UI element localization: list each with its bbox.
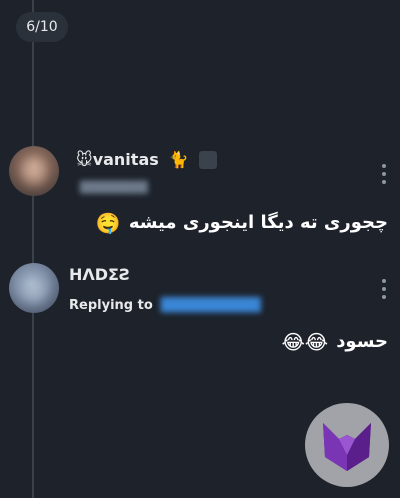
comment-message: حسود	[336, 331, 388, 352]
user-handle-blurred: ████████	[80, 181, 148, 194]
replying-to-label: Replying to	[69, 298, 153, 313]
badge-icon	[198, 150, 217, 169]
comment-header: HΛDΣƧ	[69, 265, 131, 284]
user-name[interactable]: HΛDΣƧ	[69, 265, 131, 284]
comment-text: چجوری ته دیگا اینجوری میشه 🤤	[96, 212, 388, 233]
avatar[interactable]	[9, 146, 59, 196]
laughing-emoji: 😂😂	[281, 329, 329, 354]
mouse-emoji: 🐭	[76, 149, 93, 169]
fox-logo-button[interactable]	[305, 403, 389, 487]
fox-logo-icon	[323, 423, 371, 471]
page-counter: 6/10	[16, 12, 68, 42]
user-name[interactable]: vanitas	[93, 150, 159, 169]
comment-text: حسود 😂😂	[281, 331, 388, 352]
more-options-icon[interactable]	[381, 279, 387, 299]
thread-line	[32, 0, 34, 498]
replying-to-row: Replying to ██████████	[69, 298, 261, 313]
replying-to-handle[interactable]: ██████████	[161, 298, 261, 313]
cat-emoji: 🐈	[168, 149, 189, 169]
more-options-icon[interactable]	[381, 164, 387, 184]
comment-header: 🐭 vanitas 🐈	[76, 150, 217, 169]
comment-message: چجوری ته دیگا اینجوری میشه	[128, 212, 388, 233]
avatar[interactable]	[9, 263, 59, 313]
drooling-face-emoji: 🤤	[95, 210, 121, 235]
